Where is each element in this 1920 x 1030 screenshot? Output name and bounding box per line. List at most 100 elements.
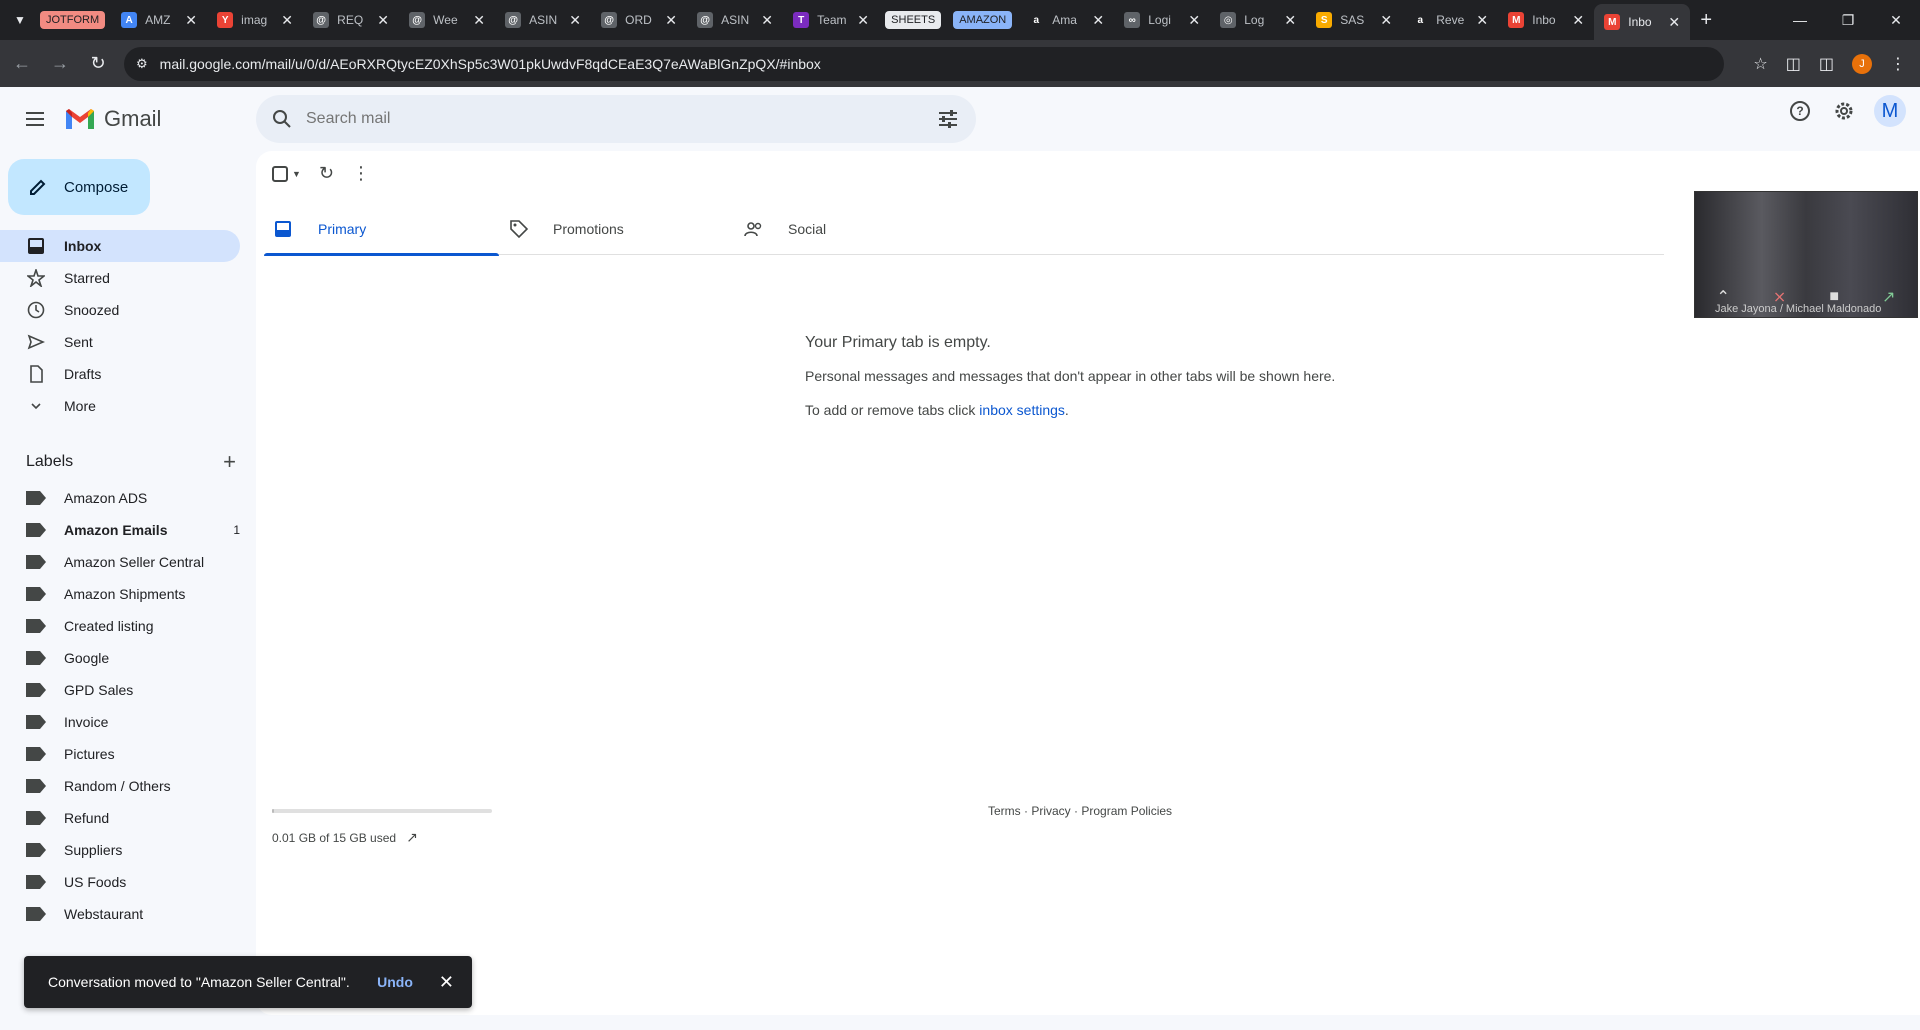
- close-tab-icon[interactable]: ✕: [1282, 12, 1298, 29]
- minimize-icon[interactable]: —: [1776, 12, 1824, 29]
- tab-favicon-icon: S: [1316, 12, 1333, 28]
- open-storage-icon[interactable]: ↗: [406, 829, 418, 846]
- terms-link[interactable]: Terms: [988, 804, 1021, 818]
- sidebar-item-label: Sent: [64, 334, 93, 350]
- select-dropdown-icon[interactable]: ▼: [292, 169, 301, 179]
- address-bar[interactable]: ⚙ mail.google.com/mail/u/0/d/AEoRXRQtycE…: [124, 46, 1724, 81]
- browser-tab[interactable]: ◎ Log ✕: [1210, 4, 1306, 36]
- undo-button[interactable]: Undo: [377, 974, 413, 990]
- label-item[interactable]: Random / Others: [0, 770, 240, 802]
- select-all-checkbox[interactable]: ▼: [272, 165, 301, 182]
- more-options-icon[interactable]: ⋮: [352, 163, 370, 184]
- compose-button[interactable]: Compose: [8, 159, 150, 215]
- browser-tab[interactable]: A AMZ ✕: [111, 4, 207, 36]
- reload-icon[interactable]: ↻: [82, 48, 114, 80]
- label-item[interactable]: Created listing: [0, 610, 240, 642]
- browser-tab[interactable]: M Inbo ✕: [1498, 4, 1594, 36]
- tab-label: Primary: [318, 221, 367, 237]
- browser-tab[interactable]: ∞ Logi ✕: [1114, 4, 1210, 36]
- close-tab-icon[interactable]: ✕: [1474, 12, 1490, 29]
- add-label-icon[interactable]: +: [223, 449, 236, 475]
- label-item[interactable]: Amazon ADS: [0, 482, 240, 514]
- label-item[interactable]: Amazon Emails 1: [0, 514, 240, 546]
- gmail-logo[interactable]: Gmail: [64, 106, 161, 132]
- video-call-overlay[interactable]: ⌃ ⨯ ■ ↗ Jake Jayona / Michael Maldonado: [1694, 191, 1918, 318]
- label-item[interactable]: Amazon Shipments: [0, 578, 240, 610]
- close-tab-icon[interactable]: ✕: [279, 12, 295, 29]
- tab-group-chip[interactable]: JOTFORM: [40, 11, 106, 29]
- tag-icon: [509, 219, 529, 239]
- sidebar-item-starred[interactable]: Starred: [0, 262, 240, 294]
- search-bar[interactable]: [256, 95, 976, 143]
- close-tab-icon[interactable]: ✕: [183, 12, 199, 29]
- label-item[interactable]: US Foods: [0, 866, 240, 898]
- tab-social[interactable]: Social: [734, 203, 969, 255]
- close-tab-icon[interactable]: ✕: [1090, 12, 1106, 29]
- sidebar-item-snoozed[interactable]: Snoozed: [0, 294, 240, 326]
- back-icon[interactable]: ←: [6, 48, 38, 80]
- label-item[interactable]: Invoice: [0, 706, 240, 738]
- close-tab-icon[interactable]: ✕: [1186, 12, 1202, 29]
- browser-tab[interactable]: M Inbo ✕: [1594, 4, 1691, 40]
- close-tab-icon[interactable]: ✕: [375, 12, 391, 29]
- close-tab-icon[interactable]: ✕: [567, 12, 583, 29]
- browser-tab[interactable]: a Reve ✕: [1402, 4, 1498, 36]
- main-menu-icon[interactable]: [12, 95, 60, 143]
- forward-icon[interactable]: →: [44, 48, 76, 80]
- search-icon[interactable]: [270, 107, 294, 131]
- browser-tab[interactable]: Yimag ✕: [207, 4, 303, 36]
- close-tab-icon[interactable]: ✕: [1666, 14, 1682, 31]
- extensions-icon[interactable]: ◫: [1786, 54, 1801, 74]
- label-item[interactable]: Suppliers: [0, 834, 240, 866]
- label-item[interactable]: Webstaurant: [0, 898, 240, 930]
- close-window-icon[interactable]: ✕: [1872, 12, 1920, 29]
- label-item[interactable]: GPD Sales: [0, 674, 240, 706]
- label-item[interactable]: Refund: [0, 802, 240, 834]
- program-policies-link[interactable]: Program Policies: [1081, 804, 1172, 818]
- inbox-settings-link[interactable]: inbox settings: [979, 402, 1065, 418]
- sidebar-item-drafts[interactable]: Drafts: [0, 358, 240, 390]
- browser-tab[interactable]: @ ORD ✕: [591, 4, 687, 36]
- close-tab-icon[interactable]: ✕: [759, 12, 775, 29]
- sidebar-item-more[interactable]: More: [0, 390, 240, 422]
- close-tab-icon[interactable]: ✕: [663, 12, 679, 29]
- tab-primary[interactable]: Primary: [264, 203, 499, 256]
- restore-icon[interactable]: ❐: [1824, 12, 1872, 29]
- label-item[interactable]: Amazon Seller Central: [0, 546, 240, 578]
- tab-search-dropdown-icon[interactable]: ▼: [6, 6, 34, 34]
- browser-tab[interactable]: @ ASIN ✕: [495, 4, 591, 36]
- browser-menu-icon[interactable]: ⋮: [1890, 54, 1906, 74]
- side-panel-icon[interactable]: ◫: [1819, 54, 1834, 74]
- browser-tab[interactable]: S SAS ✕: [1306, 4, 1402, 36]
- privacy-link[interactable]: Privacy: [1031, 804, 1070, 818]
- browser-tab[interactable]: @ REQ ✕: [303, 4, 399, 36]
- close-tab-icon[interactable]: ✕: [471, 12, 487, 29]
- settings-gear-icon[interactable]: [1830, 97, 1858, 125]
- browser-tab[interactable]: T Team ✕: [783, 4, 879, 36]
- tab-title: SAS: [1340, 13, 1365, 27]
- browser-tab[interactable]: a Ama ✕: [1018, 4, 1114, 36]
- sidebar-item-sent[interactable]: Sent: [0, 326, 240, 358]
- search-options-icon[interactable]: [936, 107, 960, 131]
- browser-profile-avatar[interactable]: J: [1852, 53, 1872, 74]
- site-info-icon[interactable]: ⚙: [136, 56, 148, 72]
- label-item[interactable]: Pictures: [0, 738, 240, 770]
- bookmark-star-icon[interactable]: ☆: [1753, 54, 1767, 74]
- refresh-icon[interactable]: ↻: [319, 163, 334, 184]
- tab-group-chip[interactable]: AMAZON: [953, 11, 1013, 29]
- sidebar-item-inbox[interactable]: Inbox: [0, 230, 240, 262]
- search-input[interactable]: [306, 110, 906, 128]
- close-tab-icon[interactable]: ✕: [1570, 12, 1586, 29]
- close-tab-icon[interactable]: ✕: [1378, 12, 1394, 29]
- close-toast-icon[interactable]: ✕: [439, 972, 454, 993]
- help-icon[interactable]: ?: [1786, 97, 1814, 125]
- tab-group-chip[interactable]: SHEETS: [885, 11, 942, 29]
- share-icon[interactable]: ↗: [1882, 287, 1895, 307]
- label-item[interactable]: Google: [0, 642, 240, 674]
- browser-tab[interactable]: @ ASIN ✕: [687, 4, 783, 36]
- account-avatar[interactable]: M: [1874, 95, 1906, 127]
- browser-tab[interactable]: @ Wee ✕: [399, 4, 495, 36]
- new-tab-icon[interactable]: +: [1690, 9, 1722, 32]
- close-tab-icon[interactable]: ✕: [855, 12, 871, 29]
- tab-promotions[interactable]: Promotions: [499, 203, 734, 255]
